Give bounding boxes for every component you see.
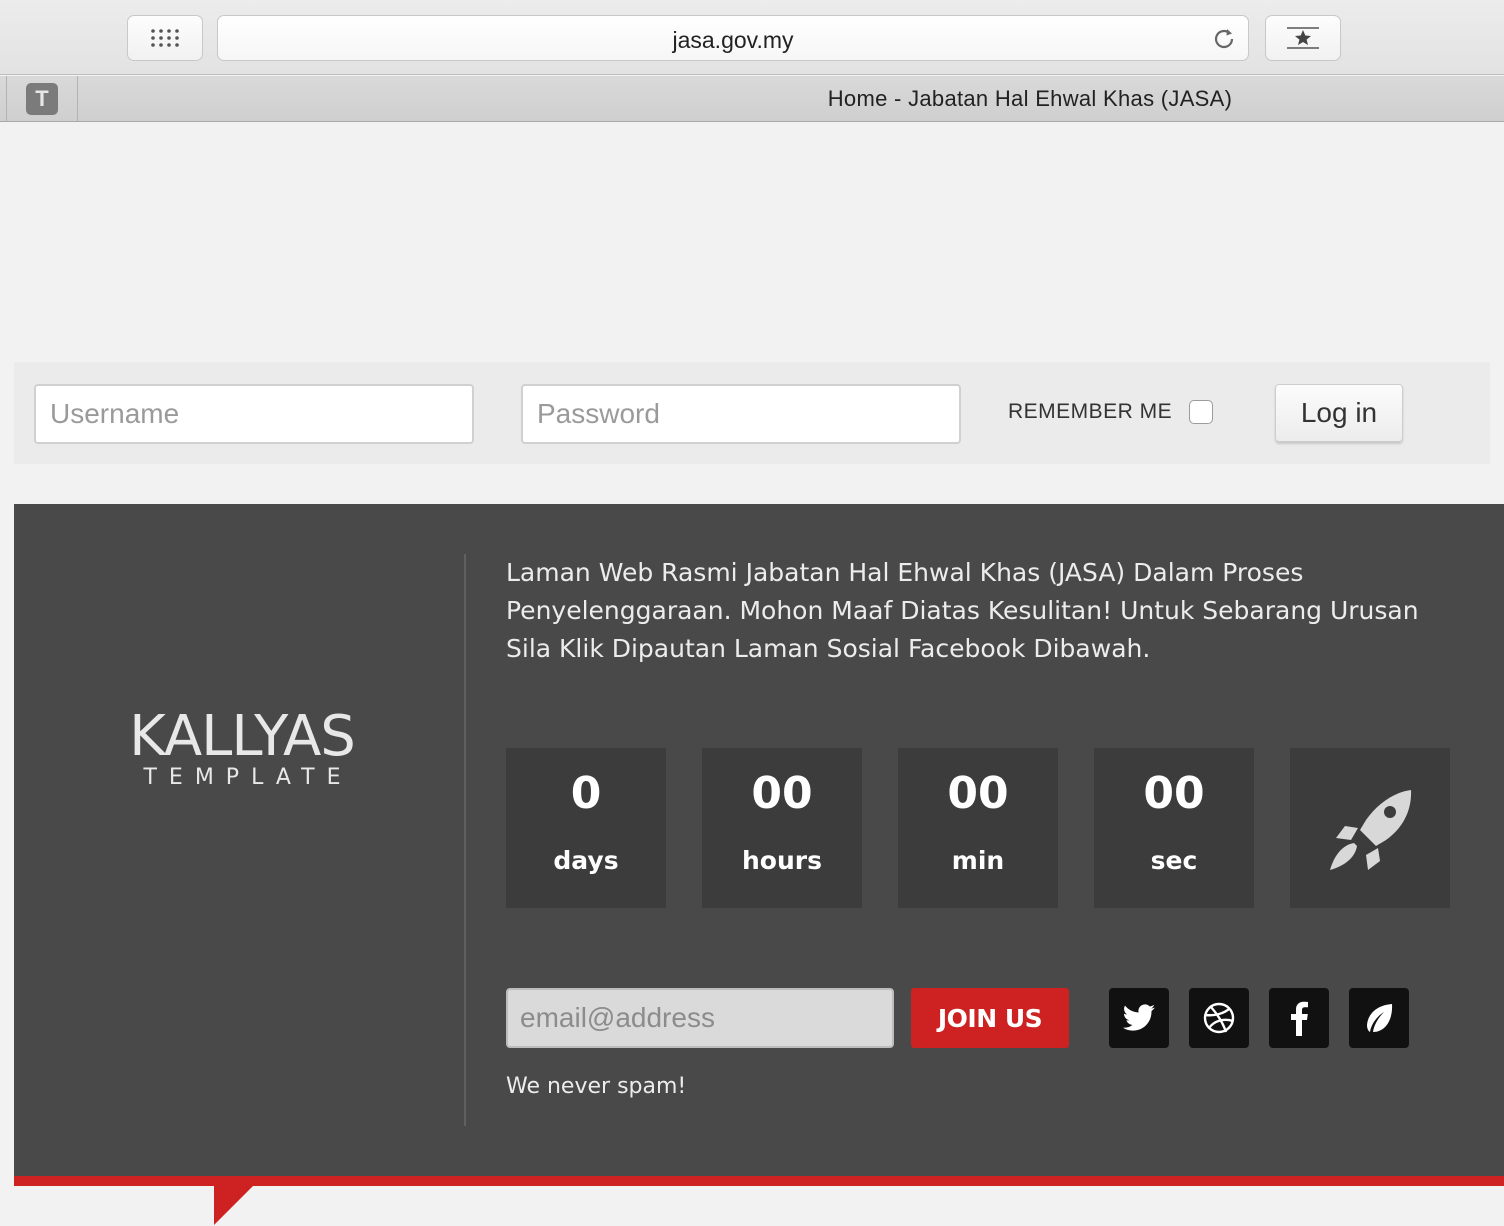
countdown-min: 00 min xyxy=(898,748,1058,908)
tab-bar: T Home - Jabatan Hal Ehwal Khas (JASA) xyxy=(0,76,1504,122)
countdown-value: 0 xyxy=(570,768,602,819)
countdown-label: sec xyxy=(1150,846,1198,875)
star-icon xyxy=(1287,27,1319,49)
countdown-sec: 00 sec xyxy=(1094,748,1254,908)
grid-button[interactable] xyxy=(127,15,203,61)
bookmark-button[interactable] xyxy=(1265,15,1341,61)
login-form: REMEMBER ME Log in xyxy=(14,362,1490,464)
no-spam-note: We never spam! xyxy=(506,1074,687,1099)
dribbble-icon xyxy=(1203,1002,1235,1034)
vine-link[interactable] xyxy=(1349,988,1409,1048)
countdown-value: 00 xyxy=(751,768,813,819)
accent-pointer xyxy=(214,1185,254,1225)
address-bar[interactable]: jasa.gov.my xyxy=(217,15,1249,61)
reload-icon[interactable] xyxy=(1210,25,1238,53)
rocket-tile xyxy=(1290,748,1450,908)
login-button[interactable]: Log in xyxy=(1275,384,1403,442)
password-input[interactable] xyxy=(521,384,961,444)
vine-icon xyxy=(1367,1004,1393,1032)
countdown-hours: 00 hours xyxy=(702,748,862,908)
username-input[interactable] xyxy=(34,384,474,444)
maintenance-panel: KALLYAS TEMPLATE Laman Web Rasmi Jabatan… xyxy=(14,504,1504,1176)
dribbble-link[interactable] xyxy=(1189,988,1249,1048)
facebook-icon xyxy=(1291,1001,1308,1036)
tab-favicon: T xyxy=(26,82,58,115)
logo-main-text: KALLYAS xyxy=(129,704,356,769)
rocket-icon xyxy=(1330,790,1412,870)
maintenance-message: Laman Web Rasmi Jabatan Hal Ehwal Khas (… xyxy=(506,558,1419,663)
grid-icon xyxy=(151,29,179,47)
vertical-divider xyxy=(464,554,466,1126)
facebook-link[interactable] xyxy=(1269,988,1329,1048)
join-us-button[interactable]: JOIN US xyxy=(911,988,1069,1048)
email-input[interactable] xyxy=(506,988,894,1048)
kallyas-logo: KALLYAS TEMPLATE xyxy=(112,704,372,790)
countdown-label: days xyxy=(553,846,619,875)
countdown-label: hours xyxy=(742,846,822,875)
twitter-link[interactable] xyxy=(1109,988,1169,1048)
countdown-value: 00 xyxy=(947,768,1009,819)
countdown-days: 0 days xyxy=(506,748,666,908)
pinned-tab[interactable]: T xyxy=(6,76,78,121)
countdown-value: 00 xyxy=(1143,768,1205,819)
remember-me-label: REMEMBER ME xyxy=(1008,400,1173,423)
remember-me-checkbox[interactable] xyxy=(1189,400,1213,424)
url-text: jasa.gov.my xyxy=(672,27,794,53)
tab-title[interactable]: Home - Jabatan Hal Ehwal Khas (JASA) xyxy=(560,86,1500,112)
countdown-label: min xyxy=(951,846,1005,875)
logo-sub-text: TEMPLATE xyxy=(143,765,353,790)
browser-toolbar: jasa.gov.my xyxy=(0,0,1504,75)
twitter-icon xyxy=(1122,1004,1155,1031)
